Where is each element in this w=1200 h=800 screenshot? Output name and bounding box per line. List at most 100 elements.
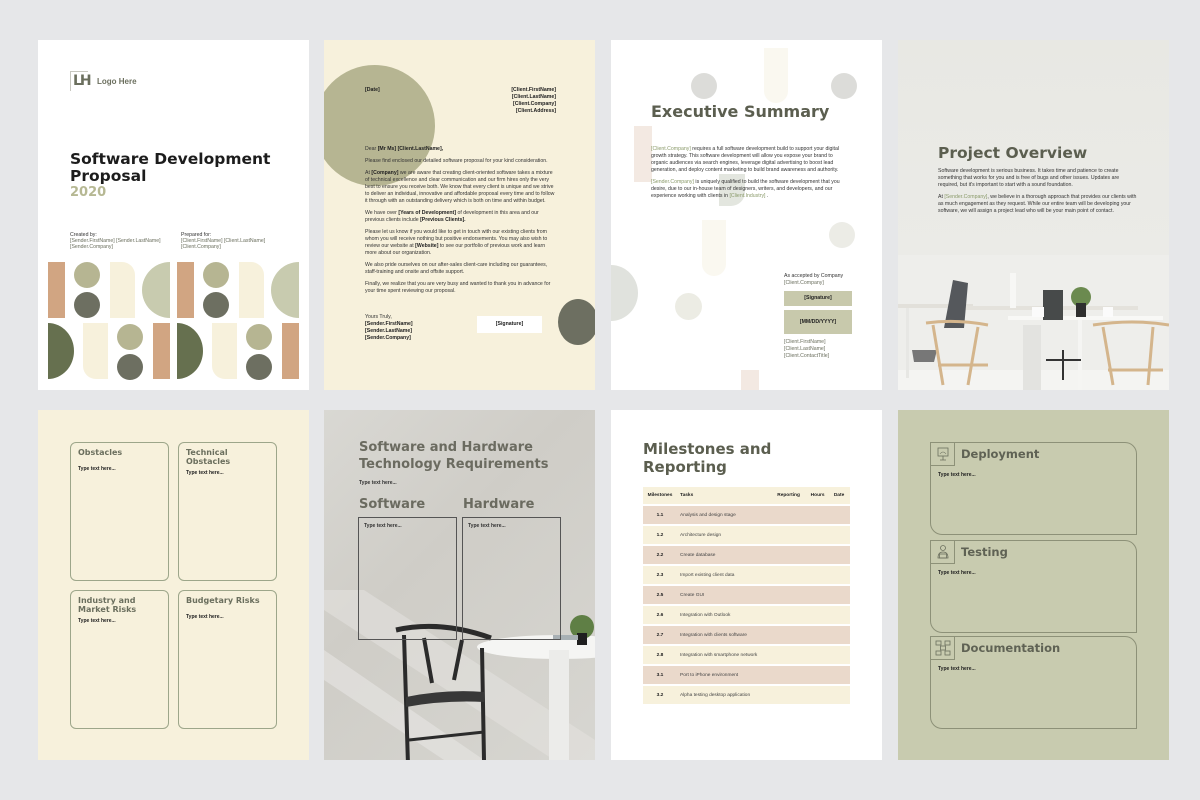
logo-icon: LH xyxy=(70,71,92,91)
reporting-cell[interactable] xyxy=(774,506,808,524)
column-header: Tasks xyxy=(677,487,775,504)
table-header-row: Milestones Tasks Reporting Hours Date xyxy=(643,487,850,504)
task-cell: Architecture design xyxy=(677,526,775,544)
decorative-circle xyxy=(831,73,857,99)
date-cell[interactable] xyxy=(830,646,850,664)
milestone-id: 2.7 xyxy=(643,626,677,644)
milestone-id: 2.6 xyxy=(643,606,677,624)
milestone-id: 2.5 xyxy=(643,586,677,604)
pattern-tile-left xyxy=(48,262,170,380)
cover-page: LH Logo Here Software Development Propos… xyxy=(38,40,309,390)
text-field[interactable]: Type text here... xyxy=(78,618,161,624)
flowchart-icon xyxy=(931,637,955,660)
requirements-intro[interactable]: Type text here... xyxy=(359,480,397,486)
milestones-table: Milestones Tasks Reporting Hours Date 1.… xyxy=(643,485,850,706)
cover-year: 2020 xyxy=(70,185,107,200)
testing-section: Testing Type text here... xyxy=(930,540,1137,633)
decorative-circle xyxy=(829,222,855,248)
text-field[interactable]: Type text here... xyxy=(186,470,269,476)
hours-cell[interactable] xyxy=(807,506,831,524)
date-cell[interactable] xyxy=(830,666,850,684)
prepared-for: Prepared for: [Client.FirstName] [Client… xyxy=(181,232,266,250)
exec-summary-heading: Executive Summary xyxy=(651,102,830,121)
signature-field[interactable]: [Signature] xyxy=(784,291,852,307)
table-row: 2.8 Integration with smartphone network xyxy=(643,646,850,664)
reporting-cell[interactable] xyxy=(774,526,808,544)
milestones-heading: Milestones and Reporting xyxy=(643,440,772,476)
task-cell: Create GUI xyxy=(677,586,775,604)
column-header: Milestones xyxy=(643,487,677,504)
date-cell[interactable] xyxy=(830,586,850,604)
decorative-circle xyxy=(558,299,595,345)
task-cell: Port to iPhone environment xyxy=(677,666,775,684)
geometric-pattern xyxy=(48,262,299,380)
reporting-cell[interactable] xyxy=(774,626,808,644)
hours-cell[interactable] xyxy=(807,566,831,584)
table-row: 2.3 Import existing client data xyxy=(643,566,850,584)
decorative-pill xyxy=(764,48,788,103)
documentation-section: Documentation Type text here... xyxy=(930,636,1137,729)
decorative-circle xyxy=(611,265,638,321)
hours-cell[interactable] xyxy=(807,686,831,704)
date-cell[interactable] xyxy=(830,506,850,524)
cover-letter-page: [Date] [Client.FirstName] [Client.LastNa… xyxy=(324,40,595,390)
reporting-cell[interactable] xyxy=(774,566,808,584)
hours-cell[interactable] xyxy=(807,606,831,624)
text-field[interactable]: Type text here... xyxy=(938,472,976,478)
reporting-cell[interactable] xyxy=(774,666,808,684)
presentation-icon xyxy=(931,443,955,466)
software-heading: Software xyxy=(359,497,426,512)
date-cell[interactable] xyxy=(830,546,850,564)
logo-text: Logo Here xyxy=(97,77,137,86)
reporting-cell[interactable] xyxy=(774,646,808,664)
hardware-heading: Hardware xyxy=(463,497,535,512)
budgetary-risks-box: Budgetary Risks Type text here... xyxy=(178,590,277,729)
letter-date: [Date] xyxy=(365,87,380,93)
reporting-cell[interactable] xyxy=(774,546,808,564)
pattern-tile-right xyxy=(177,262,299,380)
milestones-page: Milestones and Reporting Milestones Task… xyxy=(611,410,882,760)
deployment-page: Deployment Type text here... Testing Typ… xyxy=(898,410,1169,760)
table-row: 1.1 Analysis and design stage xyxy=(643,506,850,524)
table-row: 1.2 Architecture design xyxy=(643,526,850,544)
hours-cell[interactable] xyxy=(807,666,831,684)
text-field[interactable]: Type text here... xyxy=(938,570,976,576)
decorative-circle xyxy=(691,73,717,99)
task-cell: Integration with Outlook xyxy=(677,606,775,624)
signature-field[interactable]: [Signature] xyxy=(477,316,542,333)
market-risks-box: Industry and Market Risks Type text here… xyxy=(70,590,169,729)
exec-summary-body: [Client.Company] requires a full softwar… xyxy=(651,146,840,200)
technical-obstacles-box: Technical Obstacles Type text here... xyxy=(178,442,277,581)
client-address-block: [Client.FirstName] [Client.LastName] [Cl… xyxy=(511,87,556,115)
text-field[interactable]: Type text here... xyxy=(938,666,976,672)
date-cell[interactable] xyxy=(830,686,850,704)
column-header: Hours xyxy=(807,487,831,504)
date-cell[interactable] xyxy=(830,626,850,644)
hours-cell[interactable] xyxy=(807,586,831,604)
project-overview-body: Software development is serious business… xyxy=(938,168,1137,215)
reporting-cell[interactable] xyxy=(774,686,808,704)
decorative-pill xyxy=(702,220,726,276)
table-row: 2.7 Integration with clients software xyxy=(643,626,850,644)
date-cell[interactable] xyxy=(830,526,850,544)
project-overview-page: Project Overview Software development is… xyxy=(898,40,1169,390)
milestone-id: 3.2 xyxy=(643,686,677,704)
hours-cell[interactable] xyxy=(807,646,831,664)
text-field[interactable]: Type text here... xyxy=(186,614,269,620)
hours-cell[interactable] xyxy=(807,546,831,564)
hardware-text-field[interactable]: Type text here... xyxy=(462,517,561,640)
date-field[interactable]: [MM/DD/YYYY] xyxy=(784,310,852,335)
reporting-cell[interactable] xyxy=(774,586,808,604)
text-field[interactable]: Type text here... xyxy=(78,466,161,472)
obstacles-page: Obstacles Type text here... Technical Ob… xyxy=(38,410,309,760)
hours-cell[interactable] xyxy=(807,626,831,644)
task-cell: Integration with clients software xyxy=(677,626,775,644)
hours-cell[interactable] xyxy=(807,526,831,544)
date-cell[interactable] xyxy=(830,566,850,584)
software-text-field[interactable]: Type text here... xyxy=(358,517,457,640)
cover-title: Software Development Proposal xyxy=(70,150,271,185)
date-cell[interactable] xyxy=(830,606,850,624)
office-photo xyxy=(898,255,1169,390)
acceptance-block: As accepted by Company [Client.Company] … xyxy=(784,273,852,360)
reporting-cell[interactable] xyxy=(774,606,808,624)
